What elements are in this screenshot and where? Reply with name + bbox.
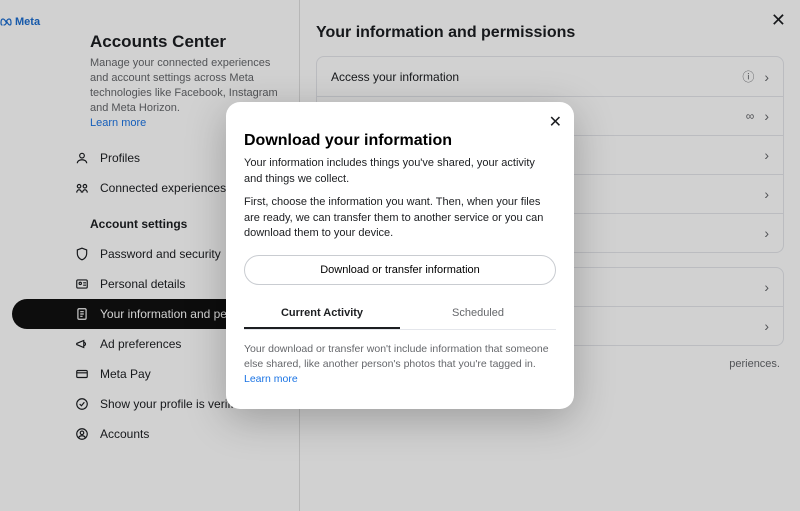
modal-tabs: Current Activity Scheduled	[244, 299, 556, 330]
tab-scheduled[interactable]: Scheduled	[400, 299, 556, 329]
modal: ✕ Download your information Your informa…	[226, 102, 574, 408]
modal-close-button[interactable]: ✕	[549, 112, 562, 132]
tab-current-activity[interactable]: Current Activity	[244, 299, 400, 329]
learn-more-link[interactable]: Learn more	[244, 373, 298, 385]
modal-overlay[interactable]: ✕ Download your information Your informa…	[0, 0, 800, 511]
modal-title: Download your information	[244, 132, 556, 150]
download-transfer-button[interactable]: Download or transfer information	[244, 255, 556, 285]
modal-paragraph: First, choose the information you want. …	[244, 195, 556, 241]
modal-note: Your download or transfer won't include …	[244, 342, 556, 386]
modal-paragraph: Your information includes things you've …	[244, 156, 556, 187]
